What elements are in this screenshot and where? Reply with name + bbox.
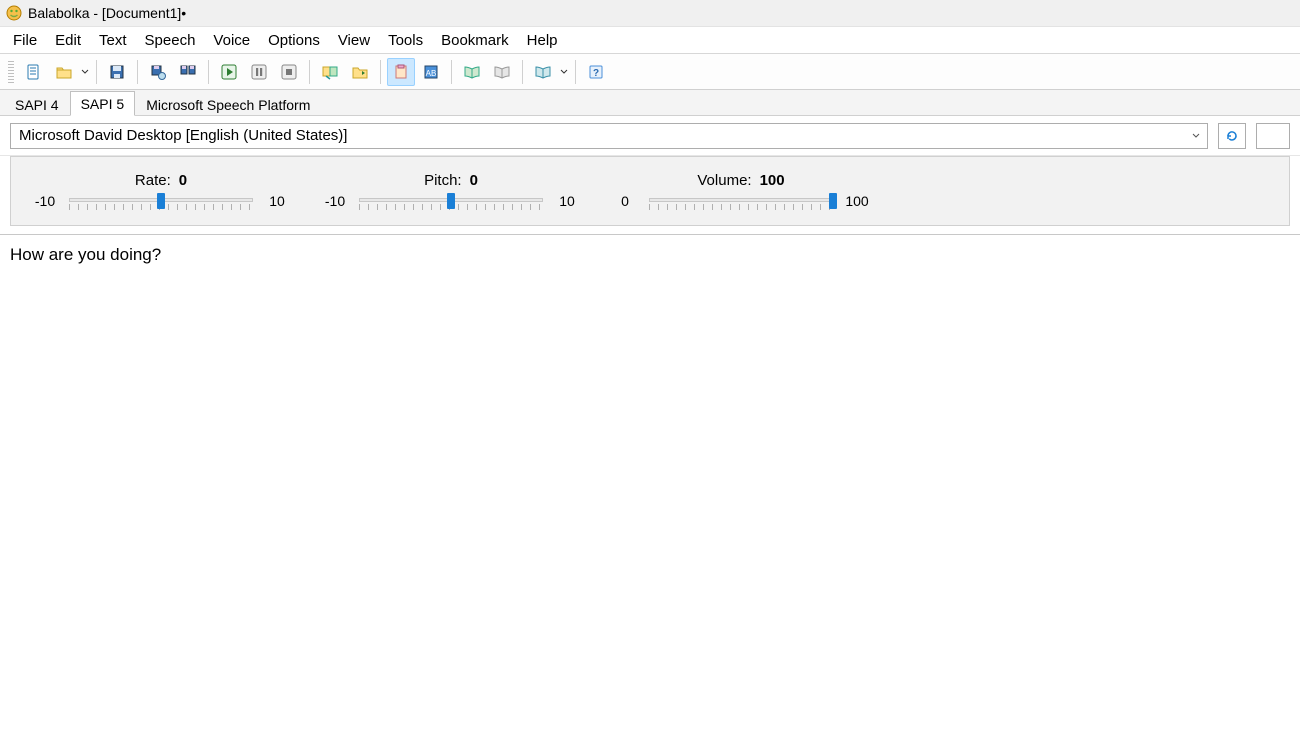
svg-text:AB: AB [426, 69, 437, 78]
volume-min: 0 [611, 193, 639, 209]
toolbar-separator [208, 60, 209, 84]
menu-bookmark[interactable]: Bookmark [432, 27, 518, 53]
toolbar-separator [380, 60, 381, 84]
rate-slider-group: Rate: 0 -10 10 [31, 172, 291, 211]
menu-help[interactable]: Help [518, 27, 567, 53]
rate-value: 0 [179, 172, 187, 189]
pitch-max: 10 [553, 193, 581, 209]
pitch-slider-thumb[interactable] [447, 193, 455, 209]
toolbar-separator [575, 60, 576, 84]
refresh-icon [1225, 129, 1239, 143]
spellcheck-button[interactable] [529, 58, 557, 86]
rate-slider[interactable] [69, 191, 253, 211]
clipboard-icon [392, 63, 410, 81]
dictionary-icon: AB [422, 63, 440, 81]
help-icon: ? [587, 63, 605, 81]
toolbar-separator [137, 60, 138, 84]
menu-voice[interactable]: Voice [204, 27, 259, 53]
rate-label: Rate: [135, 172, 171, 189]
save-audio-button[interactable] [144, 58, 172, 86]
rate-min: -10 [31, 193, 59, 209]
split-audio-button[interactable] [174, 58, 202, 86]
voice-settings-button[interactable] [1256, 123, 1290, 149]
save-button[interactable] [103, 58, 131, 86]
app-icon [6, 5, 22, 21]
tab-sapi4[interactable]: SAPI 4 [4, 92, 70, 116]
text-area-container: How are you doing? [0, 234, 1300, 705]
toolbar-separator [522, 60, 523, 84]
batch-convert-icon [321, 63, 339, 81]
chevron-down-icon [1191, 131, 1201, 141]
rate-max: 10 [263, 193, 291, 209]
pause-icon [250, 63, 268, 81]
new-file-button[interactable] [20, 58, 48, 86]
document-text-area[interactable]: How are you doing? [0, 235, 1300, 705]
stop-icon [280, 63, 298, 81]
pitch-value: 0 [470, 172, 478, 189]
spellcheck-icon [534, 63, 552, 81]
pause-button[interactable] [245, 58, 273, 86]
clipboard-panel-button[interactable] [387, 58, 415, 86]
title-bar: Balabolka - [Document1]• [0, 0, 1300, 27]
toolbar-separator [309, 60, 310, 84]
pitch-label: Pitch: [424, 172, 462, 189]
convert-folder-icon [351, 63, 369, 81]
refresh-voices-button[interactable] [1218, 123, 1246, 149]
chevron-down-icon [560, 68, 568, 76]
toolbar-separator [451, 60, 452, 84]
window-title: Balabolka - [Document1]• [28, 5, 186, 21]
new-file-icon [25, 63, 43, 81]
stop-button[interactable] [275, 58, 303, 86]
spellcheck-dropdown[interactable] [559, 58, 569, 86]
volume-value: 100 [760, 172, 785, 189]
split-audio-icon [179, 63, 197, 81]
menu-view[interactable]: View [329, 27, 379, 53]
voice-row: Microsoft David Desktop [English (United… [0, 116, 1300, 156]
bookmark-read-button[interactable] [458, 58, 486, 86]
sliders-panel: Rate: 0 -10 10 Pitch: 0 -10 10 Vol [10, 156, 1290, 226]
open-book-icon [463, 63, 481, 81]
voice-select-value: Microsoft David Desktop [English (United… [19, 127, 347, 144]
help-button[interactable]: ? [582, 58, 610, 86]
tab-sapi5[interactable]: SAPI 5 [70, 91, 136, 116]
pitch-min: -10 [321, 193, 349, 209]
menu-speech[interactable]: Speech [136, 27, 205, 53]
convert-folder-button[interactable] [346, 58, 374, 86]
bookmark-grey-button[interactable] [488, 58, 516, 86]
toolbar: AB ? [0, 54, 1300, 90]
speech-api-tabs: SAPI 4 SAPI 5 Microsoft Speech Platform [0, 90, 1300, 116]
pitch-slider[interactable] [359, 191, 543, 211]
menu-file[interactable]: File [4, 27, 46, 53]
menu-edit[interactable]: Edit [46, 27, 90, 53]
chevron-down-icon [81, 68, 89, 76]
batch-convert-button[interactable] [316, 58, 344, 86]
open-file-button[interactable] [50, 58, 78, 86]
voice-select[interactable]: Microsoft David Desktop [English (United… [10, 123, 1208, 149]
pitch-slider-group: Pitch: 0 -10 10 [321, 172, 581, 211]
rate-slider-thumb[interactable] [157, 193, 165, 209]
open-file-dropdown[interactable] [80, 58, 90, 86]
open-book-grey-icon [493, 63, 511, 81]
volume-slider[interactable] [649, 191, 833, 211]
menu-options[interactable]: Options [259, 27, 329, 53]
svg-text:?: ? [593, 68, 599, 79]
toolbar-separator [96, 60, 97, 84]
save-icon [108, 63, 126, 81]
volume-max: 100 [843, 193, 871, 209]
toolbar-grip [8, 61, 14, 83]
save-audio-icon [149, 63, 167, 81]
menu-bar: File Edit Text Speech Voice Options View… [0, 27, 1300, 54]
play-button[interactable] [215, 58, 243, 86]
tab-ms-speech-platform[interactable]: Microsoft Speech Platform [135, 92, 321, 116]
volume-slider-group: Volume: 100 0 100 [611, 172, 871, 211]
dictionary-panel-button[interactable]: AB [417, 58, 445, 86]
open-folder-icon [55, 63, 73, 81]
volume-label: Volume: [697, 172, 751, 189]
menu-tools[interactable]: Tools [379, 27, 432, 53]
play-icon [220, 63, 238, 81]
volume-slider-thumb[interactable] [829, 193, 837, 209]
menu-text[interactable]: Text [90, 27, 136, 53]
